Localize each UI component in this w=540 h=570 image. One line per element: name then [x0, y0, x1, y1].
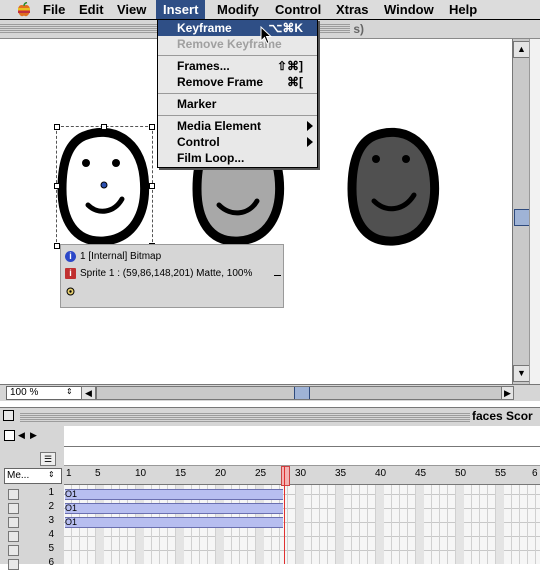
- score-title: faces Scor: [472, 409, 533, 423]
- menu-help[interactable]: Help: [442, 0, 484, 19]
- frame-tick: 50: [455, 468, 467, 479]
- menu-window[interactable]: Window: [377, 0, 441, 19]
- resize-handle[interactable]: [149, 183, 155, 189]
- cast-member-info: 1 [Internal] Bitmap: [80, 251, 162, 262]
- dark-face-sprite[interactable]: [346, 127, 442, 249]
- menu-bar: File Edit View Insert Modify Control Xtr…: [0, 0, 540, 20]
- channel-toggle[interactable]: [8, 545, 19, 556]
- menu-xtras[interactable]: Xtras: [329, 0, 376, 19]
- sprite-overlay-panel: i 1 [Internal] Bitmap i Sprite 1 : (59,86,…: [60, 244, 284, 308]
- menu-item-keyframe[interactable]: Keyframe ⌥⌘K: [158, 20, 317, 36]
- stage-horizontal-scrollbar[interactable]: [96, 386, 503, 400]
- markers-menu-icon[interactable]: ☰: [40, 452, 56, 466]
- menu-item-control[interactable]: Control: [158, 134, 317, 150]
- sprite-span-label: O1: [65, 517, 78, 527]
- resize-handle[interactable]: [54, 124, 60, 130]
- score-marker-channel[interactable]: [64, 426, 540, 447]
- submenu-arrow-icon: [307, 137, 313, 147]
- menu-item-remove-frame[interactable]: Remove Frame ⌘[: [158, 74, 317, 90]
- behavior-row[interactable]: [65, 286, 76, 300]
- stage-vertical-scrollbar[interactable]: ▲ ▼: [512, 39, 530, 384]
- next-marker-icon[interactable]: ▶: [30, 430, 37, 441]
- channel-toggle[interactable]: [8, 531, 19, 542]
- resize-handle[interactable]: [101, 124, 107, 130]
- scroll-up-arrow-icon[interactable]: ▲: [513, 41, 530, 58]
- frame-tick: 5: [95, 468, 101, 479]
- scroll-down-arrow-icon[interactable]: ▼: [513, 365, 530, 382]
- playhead-line[interactable]: [284, 466, 285, 564]
- channel-number: 6: [48, 557, 54, 568]
- sprite-span-label: O1: [65, 489, 78, 499]
- previous-marker-icon[interactable]: ◀: [18, 430, 25, 441]
- channel-toggle[interactable]: [8, 503, 19, 514]
- sprite-span[interactable]: O1: [65, 503, 283, 514]
- frame-tick: 6: [532, 468, 538, 479]
- behavior-gear-icon[interactable]: [65, 286, 76, 297]
- scroll-right-arrow-icon[interactable]: ▶: [501, 386, 514, 400]
- close-box-icon[interactable]: [3, 410, 14, 421]
- frame-tick: 55: [495, 468, 507, 479]
- frame-tick: 1: [66, 468, 72, 479]
- popup-arrows-icon[interactable]: ⇕: [48, 470, 55, 479]
- sprite-info-row[interactable]: i Sprite 1 : (59,86,148,201) Matte, 100%: [65, 267, 252, 281]
- horizontal-scroll-thumb[interactable]: [294, 387, 310, 399]
- menu-file[interactable]: File: [36, 0, 72, 19]
- resize-handle[interactable]: [54, 183, 60, 189]
- menu-separator: [158, 93, 317, 94]
- background-window-edge: [529, 39, 540, 384]
- channel-number: 5: [48, 543, 54, 554]
- frame-tick: 20: [215, 468, 227, 479]
- menu-item-film-loop[interactable]: Film Loop...: [158, 150, 317, 166]
- menu-insert[interactable]: Insert: [156, 0, 206, 19]
- menu-edit[interactable]: Edit: [72, 0, 111, 19]
- menu-view[interactable]: View: [110, 0, 153, 19]
- channel-number: 2: [48, 501, 54, 512]
- display-mode-popup[interactable]: Me...: [4, 469, 47, 483]
- frame-tick: 45: [415, 468, 427, 479]
- frame-tick: 15: [175, 468, 187, 479]
- frame-tick: 10: [135, 468, 147, 479]
- channel-toggle[interactable]: [8, 517, 19, 528]
- channel-number: 3: [48, 515, 54, 526]
- sprite-selection-box[interactable]: [54, 124, 155, 249]
- insert-menu-dropdown: Keyframe ⌥⌘K Remove Keyframe Frames... ⇧…: [157, 19, 318, 168]
- channel-number: 4: [48, 529, 54, 540]
- menu-item-media-element[interactable]: Media Element: [158, 118, 317, 134]
- sprite-span[interactable]: O1: [65, 517, 283, 528]
- playhead-handle[interactable]: [281, 466, 290, 486]
- sprite-info: Sprite 1 : (59,86,148,201) Matte, 100%: [80, 268, 253, 279]
- channel-number: 1: [48, 487, 54, 498]
- channel-toggle[interactable]: [8, 559, 19, 570]
- menu-item-marker[interactable]: Marker: [158, 96, 317, 112]
- menu-separator: [158, 115, 317, 116]
- cast-member-row[interactable]: i 1 [Internal] Bitmap: [65, 250, 161, 264]
- stage-title: s): [353, 22, 364, 36]
- frame-tick: 40: [375, 468, 387, 479]
- frame-tick: 25: [255, 468, 267, 479]
- menu-control[interactable]: Control: [268, 0, 328, 19]
- menu-item-remove-keyframe[interactable]: Remove Keyframe: [158, 36, 317, 52]
- vertical-scroll-thumb[interactable]: [514, 209, 530, 226]
- sprite-span-label: O1: [65, 503, 78, 513]
- menu-modify[interactable]: Modify: [210, 0, 266, 19]
- frame-tick: 30: [295, 468, 307, 479]
- info-icon[interactable]: i: [65, 250, 76, 262]
- hide-channels-icon[interactable]: [4, 430, 15, 441]
- menu-item-frames[interactable]: Frames... ⇧⌘]: [158, 58, 317, 74]
- sprite-properties-icon[interactable]: i: [65, 267, 76, 279]
- channel-toggle[interactable]: [8, 489, 19, 500]
- zoom-stepper-icon[interactable]: ⇕: [66, 387, 73, 396]
- frame-ruler[interactable]: 1 5 10 15 20 25 30 35 40 45 50 55 6: [64, 466, 540, 485]
- score-titlebar[interactable]: [0, 407, 540, 427]
- resize-handle[interactable]: [149, 124, 155, 130]
- sprite-span[interactable]: O1: [65, 489, 283, 500]
- frame-tick: 35: [335, 468, 347, 479]
- apple-icon[interactable]: [17, 2, 31, 17]
- mouse-pointer-icon: [260, 26, 273, 45]
- menu-separator: [158, 55, 317, 56]
- submenu-arrow-icon: [307, 121, 313, 131]
- scroll-left-arrow-icon[interactable]: ◀: [81, 386, 96, 400]
- script-channel[interactable]: [64, 447, 540, 466]
